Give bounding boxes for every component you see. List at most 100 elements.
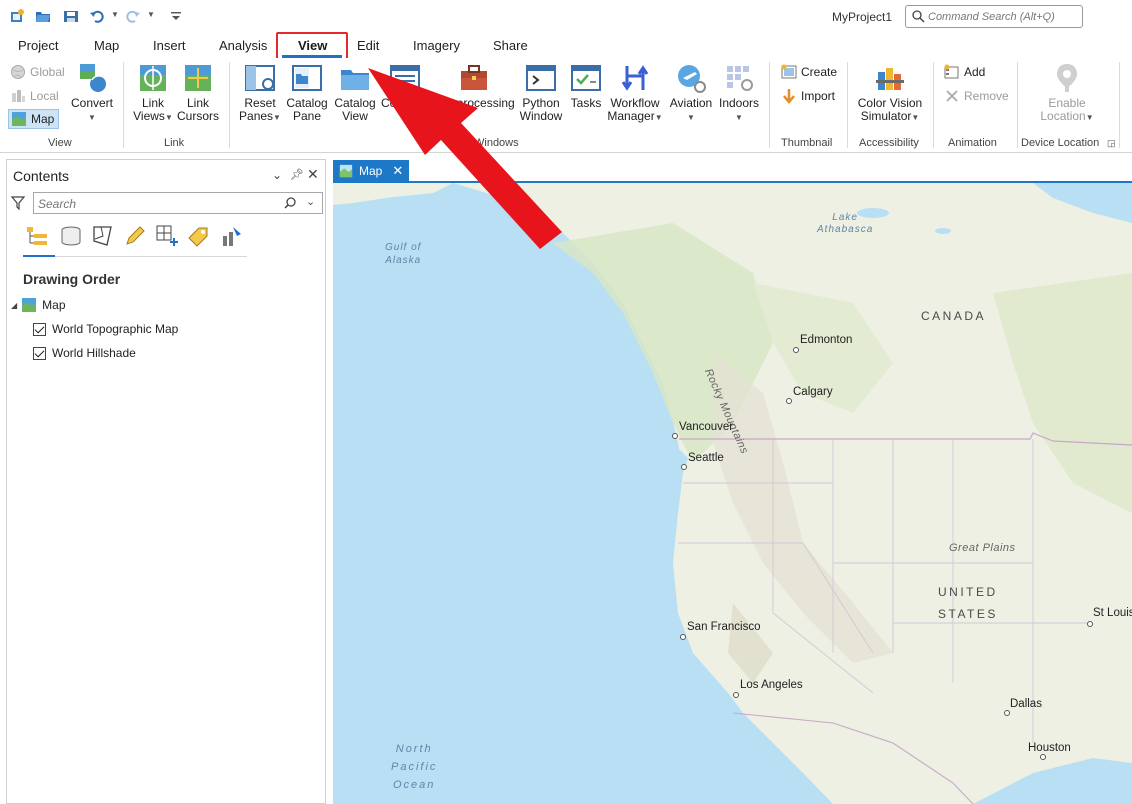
link-group-label: Link [164,137,185,149]
group-divider [847,62,848,148]
toolbox-icon [461,65,487,90]
import-thumbnail-button[interactable]: Import [781,86,835,106]
editing-pencil-icon[interactable] [123,224,147,248]
search-icon[interactable] [284,197,296,209]
pin-icon[interactable]: 📌︎ [290,168,304,181]
color-vision-simulator-button[interactable]: Color Vision Simulator▼ [853,62,927,124]
animation-group-label: Animation [948,137,997,149]
data-source-icon[interactable] [59,224,83,248]
map-button[interactable]: Map [8,109,60,129]
group-divider [769,62,770,148]
accessibility-group-label: Accessibility [859,137,919,149]
collapse-triangle-icon[interactable]: ◢ [11,301,17,310]
geoprocessing-button[interactable]: Geoprocessing [434,62,515,110]
link-cursors-button[interactable]: Link Cursors [176,62,220,123]
labeling-icon[interactable] [187,224,211,248]
san-francisco-label: San Francisco [687,621,761,633]
layer-visibility-checkbox[interactable] [33,346,46,360]
command-search[interactable] [905,5,1083,28]
catalog-pane-button[interactable]: Catalog Pane [284,62,330,123]
indoors-button[interactable]: Indoors ▼ [717,62,761,124]
tab-map[interactable]: Map [94,38,119,53]
map-tree-node[interactable]: ◢ Map [11,295,66,315]
tab-edit[interactable]: Edit [357,38,379,53]
redo-dropdown-icon[interactable]: ▼ [147,10,155,19]
undo-icon[interactable] [89,8,105,24]
local-button[interactable]: Local [10,86,59,106]
dialog-launcher-icon[interactable]: ◲ [1107,138,1116,149]
python-window-button[interactable]: Python Window [518,62,564,123]
group-divider [1017,62,1018,148]
tab-insert[interactable]: Insert [153,38,186,53]
thumbnail-group-label: Thumbnail [781,137,833,149]
workflow-manager-button[interactable]: Workflow Manager▼ [606,62,664,124]
command-search-input[interactable] [928,9,1078,24]
catalog-pane-icon [292,65,322,91]
selection-icon[interactable] [91,224,115,248]
tasks-button[interactable]: Tasks [566,62,606,110]
enable-location-button[interactable]: Enable Location▼ [1032,62,1102,124]
create-thumbnail-button[interactable]: Create [781,62,837,82]
layer-visibility-checkbox[interactable] [33,322,46,336]
contents-search-input[interactable] [38,196,278,211]
python-window-icon [526,65,556,91]
convert-icon [80,64,106,92]
active-view-indicator [23,255,55,257]
great-plains-label: Great Plains [949,542,1016,554]
global-button[interactable]: Global [10,62,65,82]
pane-options-chevron-icon[interactable]: ⌄ [272,168,282,182]
tab-analysis[interactable]: Analysis [219,38,267,53]
city-marker [733,692,739,698]
catalog-view-icon [341,70,369,90]
map-canvas[interactable]: Gulf of Alaska Lake Athabasca CANADA UNITE… [333,183,1132,804]
remove-animation-button[interactable]: Remove [944,86,1009,106]
open-project-icon[interactable] [35,8,51,24]
layer-row[interactable]: World Hillshade [33,343,136,363]
basemap-drawing [333,183,1132,804]
catalog-view-button[interactable]: Catalog View [332,62,378,123]
undo-dropdown-icon[interactable]: ▼ [111,10,119,19]
canada-label: CANADA [921,309,987,323]
layer-row[interactable]: World Topographic Map [33,319,178,339]
convert-button[interactable]: Convert ▼ [70,62,114,124]
reset-panes-button[interactable]: Reset Panes▼ [238,62,282,124]
contents-search[interactable]: ⌄ [33,192,323,214]
save-project-icon[interactable] [63,8,79,24]
snapping-icon[interactable] [155,224,179,248]
new-project-icon[interactable] [9,8,25,24]
add-animation-button[interactable]: Add [944,62,985,82]
charts-icon[interactable] [219,224,243,248]
map-view-tab[interactable]: Map ✕ [333,160,409,182]
link-views-icon [140,65,166,91]
redo-icon[interactable] [125,8,141,24]
city-marker [681,464,687,470]
houston-label: Houston [1028,742,1071,754]
customize-icon[interactable] [168,8,184,24]
st-louis-label: St Louis [1093,607,1132,619]
tab-share[interactable]: Share [493,38,528,53]
aviation-button[interactable]: Aviation ▼ [668,62,714,124]
local-scene-icon [12,90,25,102]
drawing-order-icon[interactable] [25,224,49,248]
seattle-label: Seattle [688,452,724,464]
filter-icon[interactable] [11,196,25,210]
tab-project[interactable]: Project [18,38,58,53]
contents-icon [390,65,420,91]
close-tab-icon[interactable]: ✕ [392,163,403,179]
globe-icon [11,65,25,79]
group-divider [933,62,934,148]
workflow-manager-icon [621,65,649,91]
contents-pane: Contents ⌄ 📌︎ ✕ ⌄ Drawing Order ◢ Map Wo… [6,159,326,804]
vancouver-label: Vancouver [679,421,734,433]
tab-imagery[interactable]: Imagery [413,38,460,53]
dallas-label: Dallas [1010,698,1042,710]
indoors-icon [727,66,753,91]
close-pane-icon[interactable]: ✕ [307,166,319,183]
link-views-button[interactable]: Link Views▼ [131,62,175,124]
color-vision-icon [876,68,904,90]
contents-button[interactable]: Contents [381,62,429,110]
search-options-chevron-icon[interactable]: ⌄ [306,195,315,208]
search-icon [912,10,925,23]
calgary-label: Calgary [793,386,833,398]
ribbon: Global Local Map Convert ▼ View Link View… [0,58,1132,153]
